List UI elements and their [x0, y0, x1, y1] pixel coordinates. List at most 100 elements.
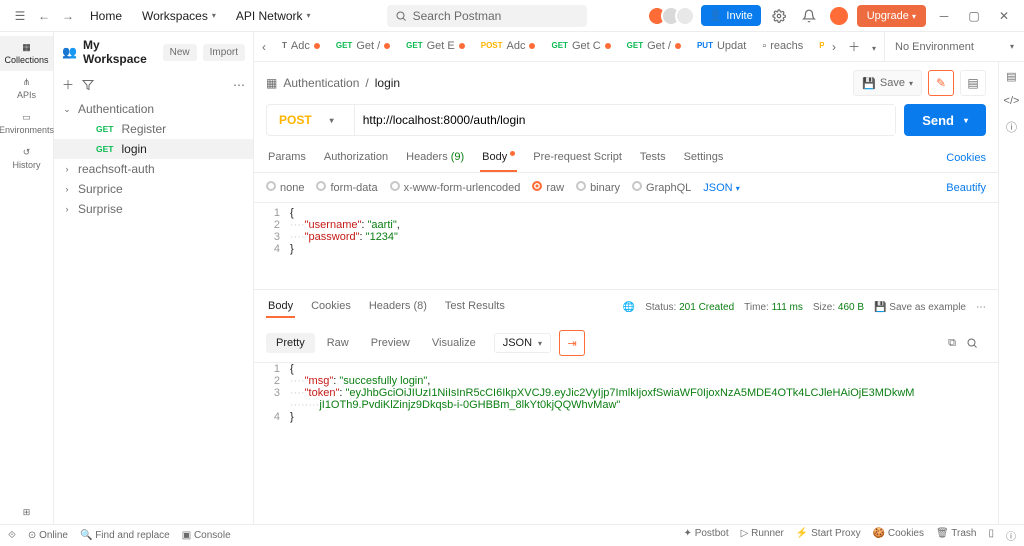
rail-collections[interactable]: ▦Collections: [0, 36, 53, 71]
console-button[interactable]: ▣ Console: [182, 530, 231, 541]
view-pretty[interactable]: Pretty: [266, 333, 315, 353]
body-raw[interactable]: raw: [532, 181, 564, 194]
body-none[interactable]: none: [266, 181, 304, 194]
body-urlencoded[interactable]: x-www-form-urlencoded: [390, 181, 521, 194]
online-status[interactable]: ⊙ Online: [28, 530, 68, 541]
globe-icon[interactable]: 🌐: [623, 302, 635, 313]
back-icon[interactable]: ←: [32, 4, 56, 28]
notifications-icon[interactable]: [797, 4, 821, 28]
beautify-link[interactable]: Beautify: [946, 182, 986, 194]
rail-environments[interactable]: ▭Environments: [0, 106, 53, 141]
request-tab[interactable]: ▫reachs: [754, 32, 811, 62]
menu-icon[interactable]: ☰: [8, 4, 32, 28]
tab-params[interactable]: Params: [266, 144, 308, 172]
body-graphql[interactable]: GraphQL: [632, 181, 691, 194]
request-tab[interactable]: GETGet E: [398, 32, 473, 62]
cookies-button[interactable]: 🍪 Cookies: [873, 528, 924, 543]
rail-more[interactable]: ⊞: [0, 501, 53, 524]
body-format-select[interactable]: JSON ▾: [703, 182, 739, 194]
runner-button[interactable]: ▷ Runner: [741, 528, 784, 543]
sync-icon[interactable]: ⟐: [8, 530, 16, 541]
docs-icon[interactable]: ▤: [1006, 70, 1016, 83]
tab-more-icon[interactable]: ▾: [864, 40, 884, 54]
proxy-button[interactable]: ⚡ Start Proxy: [796, 528, 861, 543]
tab-headers[interactable]: Headers (9): [404, 144, 466, 172]
request-body-editor[interactable]: 1{2····"username": "aarti",3····"passwor…: [254, 202, 998, 259]
nav-home[interactable]: Home: [80, 4, 132, 28]
tabs-scroll-right[interactable]: ›: [824, 40, 844, 54]
request-tab[interactable]: GETGet C: [543, 32, 618, 62]
request-tab[interactable]: GETGet /: [619, 32, 689, 62]
new-button[interactable]: New: [163, 44, 197, 61]
request-tab[interactable]: POSTReg: [811, 32, 824, 62]
help-icon[interactable]: ⓘ: [1006, 528, 1016, 543]
window-minimize-icon[interactable]: ─: [932, 4, 956, 28]
breadcrumb-parent[interactable]: Authentication: [283, 76, 359, 90]
tab-settings[interactable]: Settings: [682, 144, 726, 172]
save-button[interactable]: 💾Save▾: [853, 70, 922, 96]
avatar[interactable]: [827, 4, 851, 28]
tabs-scroll-left[interactable]: ‹: [254, 40, 274, 54]
info-icon[interactable]: ⓘ: [1006, 119, 1017, 135]
resp-format-select[interactable]: JSON▾: [494, 333, 551, 353]
resp-tab-cookies[interactable]: Cookies: [309, 296, 353, 318]
global-search[interactable]: Search Postman: [387, 5, 587, 27]
comment-icon[interactable]: ▤: [960, 70, 986, 96]
url-input[interactable]: [355, 105, 896, 135]
view-raw[interactable]: Raw: [317, 333, 359, 353]
rail-apis[interactable]: ⋔APIs: [0, 71, 53, 106]
tab-body[interactable]: Body: [480, 144, 517, 172]
presence-avatars[interactable]: [653, 6, 695, 26]
request-tab[interactable]: POSTAdc: [473, 32, 544, 62]
find-replace[interactable]: 🔍 Find and replace: [80, 530, 170, 541]
upgrade-button[interactable]: Upgrade ▾: [857, 5, 926, 27]
tree-folder[interactable]: ›reachsoft-auth: [54, 159, 253, 179]
cookies-link[interactable]: Cookies: [946, 152, 986, 164]
resp-more-icon[interactable]: ⋯: [976, 302, 986, 313]
tab-tests[interactable]: Tests: [638, 144, 668, 172]
invite-button[interactable]: 👤Invite: [701, 5, 761, 26]
environment-select[interactable]: No Environment▾: [884, 32, 1024, 62]
resp-tab-tests[interactable]: Test Results: [443, 296, 507, 318]
tree-folder[interactable]: ›Surprise: [54, 199, 253, 219]
filter-icon[interactable]: [82, 79, 94, 91]
resp-tab-headers[interactable]: Headers (8): [367, 296, 429, 318]
tree-folder[interactable]: ›Surprice: [54, 179, 253, 199]
settings-icon[interactable]: [767, 4, 791, 28]
method-select[interactable]: POST▾: [267, 105, 355, 135]
nav-api-network[interactable]: API Network▾: [226, 4, 321, 28]
view-preview[interactable]: Preview: [361, 333, 420, 353]
trash-button[interactable]: 🗑 Trash: [936, 528, 977, 543]
add-icon[interactable]: ＋: [62, 76, 74, 93]
import-button[interactable]: Import: [203, 44, 245, 61]
wrap-icon[interactable]: ⇥: [559, 330, 585, 356]
postbot-button[interactable]: ✦ Postbot: [684, 528, 729, 543]
code-icon[interactable]: </>: [1004, 95, 1020, 107]
tab-authorization[interactable]: Authorization: [322, 144, 390, 172]
layout-icon[interactable]: ▯: [988, 528, 994, 543]
search-response-icon[interactable]: [966, 337, 978, 349]
edit-icon[interactable]: ✎: [928, 70, 954, 96]
tree-request[interactable]: GETRegister: [54, 119, 253, 139]
request-tab[interactable]: GETGet /: [328, 32, 398, 62]
body-formdata[interactable]: form-data: [316, 181, 377, 194]
rail-history[interactable]: ↺History: [0, 141, 53, 176]
window-close-icon[interactable]: ✕: [992, 4, 1016, 28]
send-button[interactable]: Send▾: [904, 104, 986, 136]
nav-workspaces[interactable]: Workspaces▾: [132, 4, 226, 28]
tab-prerequest[interactable]: Pre-request Script: [531, 144, 624, 172]
copy-icon[interactable]: ⧉: [948, 337, 956, 350]
window-maximize-icon[interactable]: ▢: [962, 4, 986, 28]
body-binary[interactable]: binary: [576, 181, 620, 194]
view-visualize[interactable]: Visualize: [422, 333, 486, 353]
request-tab[interactable]: PUTUpdat: [689, 32, 754, 62]
request-tab[interactable]: TAdc: [274, 32, 328, 62]
resp-tab-body[interactable]: Body: [266, 296, 295, 318]
save-example-button[interactable]: 💾 Save as example: [874, 302, 966, 313]
response-body-editor[interactable]: 1{2····"msg": "succesfully login",3····"…: [254, 362, 998, 524]
tab-add-icon[interactable]: ＋: [844, 38, 864, 55]
workspace-name[interactable]: My Workspace: [83, 38, 157, 66]
forward-icon[interactable]: →: [56, 4, 80, 28]
more-icon[interactable]: ⋯: [233, 78, 245, 92]
tree-request[interactable]: GETlogin: [54, 139, 253, 159]
